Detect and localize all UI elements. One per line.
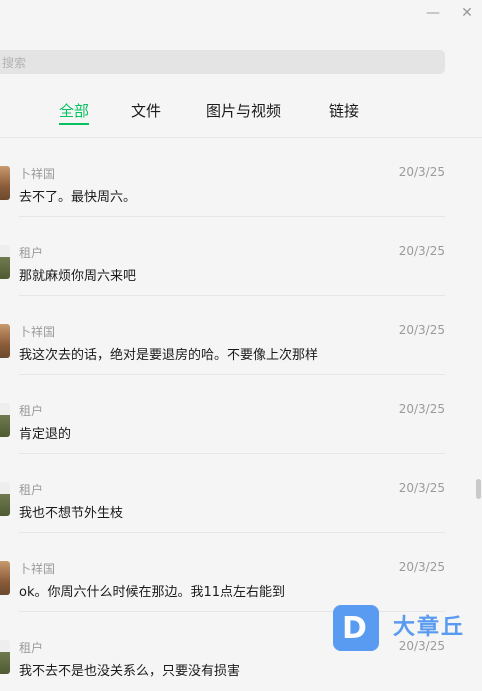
watermark-text: 大章丘 [393,615,466,640]
active-tab-underline [59,123,90,125]
message-list: 卜祥国 20/3/25 去不了。最快周六。 租户 20/3/25 那就麻烦你周六… [0,138,482,680]
list-item[interactable]: 租户 20/3/25 我也不想节外生枝 [0,454,470,533]
message-text: 去不了。最快周六。 [19,190,137,205]
tab-links-label: 链接 [329,102,360,120]
sender-name: 卜祥国 [19,325,56,339]
tab-links[interactable]: 链接 [329,100,359,121]
sender-name: 卜祥国 [19,167,56,181]
watermark-logo: D [333,605,379,651]
avatar[interactable] [0,166,10,200]
avatar[interactable] [0,324,10,358]
list-item[interactable]: 卜祥国 20/3/25 我这次去的话，绝对是要退房的哈。不要像上次那样 [0,296,470,375]
message-date: 20/3/25 [398,244,445,258]
message-text: 我也不想节外生枝 [19,506,124,521]
message-date: 20/3/25 [398,402,445,416]
avatar[interactable] [0,561,10,595]
message-date: 20/3/25 [398,323,445,337]
message-text: 我这次去的话，绝对是要退房的哈。不要像上次那样 [19,348,319,363]
avatar[interactable] [0,245,10,279]
tab-images-videos[interactable]: 图片与视频 [206,100,281,121]
sender-name: 租户 [19,404,44,418]
watermark-logo-letter: D [342,611,367,646]
search-input[interactable]: 搜索 [0,50,445,74]
sender-name: 租户 [19,641,44,655]
tab-files-label: 文件 [131,102,162,120]
message-date: 20/3/25 [398,481,445,495]
list-item[interactable]: 租户 20/3/25 那就麻烦你周六来吧 [0,217,470,296]
avatar[interactable] [0,403,10,437]
message-text: 那就麻烦你周六来吧 [19,269,137,284]
minimize-icon[interactable]: — [424,4,442,22]
search-placeholder: 搜索 [2,56,27,70]
message-text: 我不去不是也没关系么，只要没有损害 [19,664,241,679]
message-text: ok。你周六什么时候在那边。我11点左右能到 [19,585,286,600]
message-date: 20/3/25 [398,165,445,179]
list-item[interactable]: 租户 20/3/25 肯定退的 [0,375,470,454]
scrollbar-thumb[interactable] [476,479,481,499]
tab-images-videos-label: 图片与视频 [206,102,282,120]
close-icon[interactable]: ✕ [458,4,476,22]
tab-files[interactable]: 文件 [131,100,161,121]
message-date: 20/3/25 [398,560,445,574]
list-item[interactable]: 卜祥国 20/3/25 去不了。最快周六。 [0,138,470,217]
message-text: 肯定退的 [19,427,72,442]
filter-tabs: 全部 文件 图片与视频 链接 [0,100,482,130]
watermark: D 大章丘 [333,605,478,657]
avatar[interactable] [0,640,10,674]
tab-all-label: 全部 [59,102,90,120]
sender-name: 租户 [19,483,44,497]
avatar[interactable] [0,482,10,516]
tab-all[interactable]: 全部 [59,100,90,125]
sender-name: 租户 [19,246,44,260]
list-item[interactable]: 卜祥国 20/3/25 ok。你周六什么时候在那边。我11点左右能到 [0,533,470,612]
sender-name: 卜祥国 [19,562,56,576]
